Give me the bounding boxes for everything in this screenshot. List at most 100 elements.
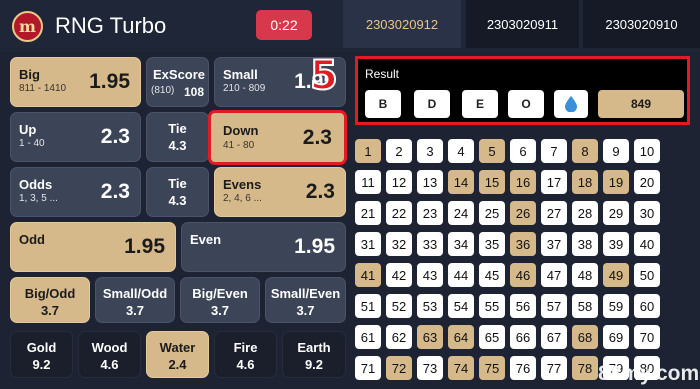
bet-odds: 9.2	[32, 357, 51, 372]
number-cell: 4	[448, 139, 474, 163]
number-cell: 27	[541, 201, 567, 225]
result-big-small: B	[365, 90, 401, 118]
number-cell: 72	[386, 356, 412, 380]
bet-range: 1, 3, 5 ...	[19, 193, 58, 204]
number-cell: 43	[417, 263, 443, 287]
number-cell: 68	[572, 325, 598, 349]
bet-odds: 4.3	[168, 193, 187, 208]
bet-odds: 3.7	[296, 303, 315, 318]
number-cell: 42	[386, 263, 412, 287]
number-cell: 55	[479, 294, 505, 318]
number-cell: 5	[479, 139, 505, 163]
bet-tie-1[interactable]: Tie 4.3	[146, 112, 209, 162]
tab-round-3[interactable]: 2303020910	[583, 0, 700, 48]
top-bar: m RNG Turbo 0:22 2303020912 2303020911 2…	[0, 0, 700, 52]
watermark: 88my.com	[598, 362, 700, 385]
number-cell: 2	[386, 139, 412, 163]
bet-odds: 9.2	[304, 357, 324, 372]
bet-range: (810)	[151, 85, 175, 96]
number-cell: 60	[634, 294, 660, 318]
number-cell: 23	[417, 201, 443, 225]
number-cell: 45	[479, 263, 505, 287]
bet-range: 41 - 80	[223, 140, 255, 151]
number-cell: 20	[634, 170, 660, 194]
number-cell: 49	[603, 263, 629, 287]
bet-odds: 4.3	[168, 138, 187, 153]
bet-evens[interactable]: Evens 2, 4, 6 ... 2.3	[214, 167, 346, 217]
number-cell: 10	[634, 139, 660, 163]
bet-odd[interactable]: Odd 1.95	[10, 222, 176, 272]
number-cell: 56	[510, 294, 536, 318]
number-cell: 31	[355, 232, 381, 256]
bet-label: Odd	[19, 232, 45, 247]
bet-label: Tie	[168, 121, 187, 136]
bet-up[interactable]: Up 1 - 40 2.3	[10, 112, 141, 162]
number-cell: 34	[448, 232, 474, 256]
bet-down[interactable]: Down 41 - 80 2.3	[208, 110, 347, 165]
bet-exscore[interactable]: ExScore (810) 108	[146, 57, 209, 107]
result-odd-even-combo: O	[508, 90, 544, 118]
number-cell: 35	[479, 232, 505, 256]
bet-wood[interactable]: Wood 4.6	[78, 331, 141, 378]
bet-odds: 3.7	[210, 303, 230, 318]
countdown-timer: 0:22	[256, 10, 312, 40]
bet-odds: 108	[183, 85, 204, 99]
bet-range: 2, 4, 6 ...	[223, 193, 262, 204]
bet-tie-2[interactable]: Tie 4.3	[146, 167, 209, 217]
bet-earth[interactable]: Earth 9.2	[282, 331, 346, 378]
number-cell: 19	[603, 170, 629, 194]
bet-label: Earth	[297, 340, 331, 355]
bet-label: Fire	[233, 340, 258, 355]
bet-odds: 2.3	[305, 180, 335, 203]
bet-gold[interactable]: Gold 9.2	[10, 331, 73, 378]
number-cell: 61	[355, 325, 381, 349]
bet-range: 210 - 809	[223, 83, 266, 94]
result-title: Result	[365, 67, 400, 81]
bet-label: Big/Even	[192, 286, 248, 301]
bet-big-odd[interactable]: Big/Odd 3.7	[10, 277, 90, 323]
bet-range: 1 - 40	[19, 138, 45, 149]
number-cell: 76	[510, 356, 536, 380]
bet-water[interactable]: Water 2.4	[146, 331, 209, 378]
number-cell: 50	[634, 263, 660, 287]
number-cell: 36	[510, 232, 536, 256]
number-cell: 13	[417, 170, 443, 194]
bet-big[interactable]: Big 811 - 1410 1.95	[10, 57, 141, 107]
bet-fire[interactable]: Fire 4.6	[214, 331, 277, 378]
bet-label: Small/Odd	[102, 286, 168, 301]
bet-odds: 3.7	[40, 303, 60, 318]
number-cell: 24	[448, 201, 474, 225]
number-cell: 67	[541, 325, 567, 349]
bet-label: Tie	[168, 176, 187, 191]
bet-odds: 2.4	[168, 357, 187, 372]
bet-even[interactable]: Even 1.95	[181, 222, 346, 272]
number-cell: 3	[417, 139, 443, 163]
number-cell: 69	[603, 325, 629, 349]
app-logo: m	[12, 11, 43, 42]
bet-label: Evens	[223, 177, 262, 192]
result-odd-even: E	[462, 90, 498, 118]
number-cell: 71	[355, 356, 381, 380]
bet-odds: 2.3	[100, 125, 130, 148]
number-cell: 65	[479, 325, 505, 349]
bet-big-even[interactable]: Big/Even 3.7	[180, 277, 260, 323]
number-cell: 66	[510, 325, 536, 349]
bet-small-even[interactable]: Small/Even 3.7	[265, 277, 346, 323]
number-cell: 8	[572, 139, 598, 163]
number-cell: 37	[541, 232, 567, 256]
tab-round-2[interactable]: 2303020911	[466, 0, 579, 48]
bet-odds: 1.95	[294, 235, 335, 258]
bet-odds: 1.95	[124, 235, 165, 258]
number-cell: 15	[479, 170, 505, 194]
bet-label: Down	[223, 123, 259, 138]
number-cell: 70	[634, 325, 660, 349]
number-cell: 44	[448, 263, 474, 287]
number-cell: 32	[386, 232, 412, 256]
number-cell: 28	[572, 201, 598, 225]
bet-small-odd[interactable]: Small/Odd 3.7	[95, 277, 175, 323]
number-cell: 41	[355, 263, 381, 287]
tab-round-1[interactable]: 2303020912	[343, 0, 461, 48]
bet-odds[interactable]: Odds 1, 3, 5 ... 2.3	[10, 167, 141, 217]
result-total: 849	[598, 90, 684, 118]
bet-label: Small/Even	[270, 286, 341, 301]
